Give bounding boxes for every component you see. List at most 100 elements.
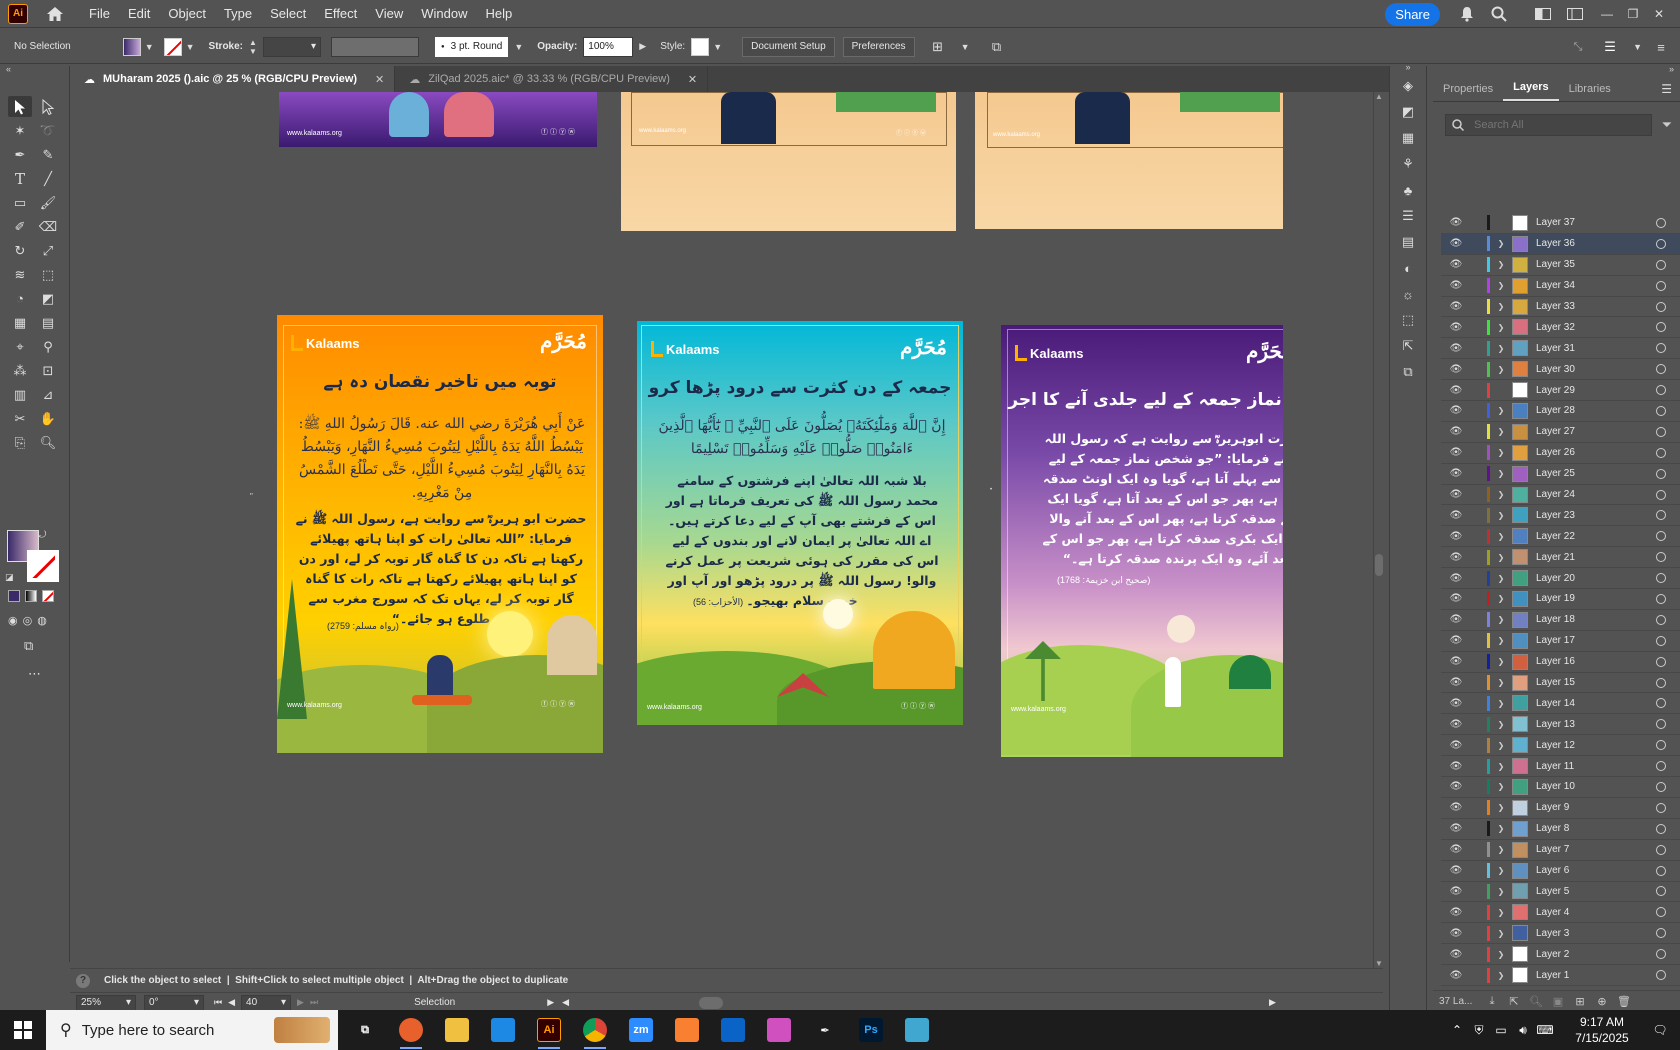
fill-swatch[interactable] xyxy=(122,37,141,56)
magic-wand-icon[interactable]: ✶ xyxy=(8,120,32,141)
chevron-right-icon[interactable]: ❯ xyxy=(1494,762,1508,771)
layer-row[interactable]: 👁︎ ❯ Layer 33 xyxy=(1441,297,1680,318)
zoom-icon[interactable]: zm xyxy=(618,1010,664,1050)
tab-zilqad[interactable]: ☁ ZilQad 2025.aic* @ 33.33 % (RGB/CPU Pr… xyxy=(395,66,709,92)
scroll-up-icon[interactable]: ▲ xyxy=(1375,92,1383,101)
eye-icon[interactable]: 👁︎ xyxy=(1447,552,1465,563)
vscode-icon[interactable] xyxy=(480,1010,526,1050)
target-icon[interactable] xyxy=(1656,489,1666,500)
menu-item[interactable]: Object xyxy=(159,0,215,28)
eye-icon[interactable]: 👁︎ xyxy=(1447,886,1465,897)
first-artboard-icon[interactable]: ⏮ xyxy=(214,997,222,1008)
volume-icon[interactable]: 🔊︎ xyxy=(1512,1023,1534,1038)
rectangle-tool-icon[interactable]: ▭ xyxy=(8,192,32,213)
chevron-down-icon[interactable]: ▼ xyxy=(713,42,722,52)
layer-row[interactable]: 👁︎ ❯ Layer 18 xyxy=(1441,610,1680,631)
scroll-down-icon[interactable]: ▼ xyxy=(1375,959,1383,968)
menu-item[interactable]: Edit xyxy=(119,0,159,28)
shape-builder-icon[interactable]: ◔ xyxy=(8,288,32,309)
layer-row[interactable]: 👁︎ ❯ Layer 4 xyxy=(1441,902,1680,924)
layer-name[interactable]: Layer 30 xyxy=(1536,364,1656,375)
stroke-weight-field[interactable]: ▾ xyxy=(263,36,321,57)
eye-icon[interactable]: 👁︎ xyxy=(1447,865,1465,876)
scale-tool-icon[interactable]: ⤢ xyxy=(36,240,60,261)
layer-name[interactable]: Layer 37 xyxy=(1536,217,1656,228)
chevron-down-icon[interactable]: ▼ xyxy=(186,42,195,52)
document-setup-button[interactable]: Document Setup xyxy=(742,36,835,57)
eye-icon[interactable]: 👁︎ xyxy=(1447,970,1465,981)
target-icon[interactable] xyxy=(1656,259,1666,270)
target-icon[interactable] xyxy=(1656,865,1666,876)
print-tiling-icon[interactable]: ⎘ xyxy=(8,432,32,453)
close-window-icon[interactable]: ✕ xyxy=(1646,7,1672,21)
mesh-tool-icon[interactable]: ▦ xyxy=(8,312,32,333)
menu-item[interactable]: Select xyxy=(261,0,315,28)
brushes-icon[interactable]: ⚘ xyxy=(1397,154,1419,174)
layer-name[interactable]: Layer 17 xyxy=(1536,635,1656,646)
color-mode-icon[interactable] xyxy=(8,590,20,602)
target-icon[interactable] xyxy=(1656,761,1666,772)
layer-name[interactable]: Layer 1 xyxy=(1536,970,1656,981)
target-icon[interactable] xyxy=(1656,970,1666,980)
eye-icon[interactable]: 👁︎ xyxy=(1447,217,1465,228)
layer-name[interactable]: Layer 5 xyxy=(1536,886,1656,897)
artboard-top-left[interactable]: www.kalaams.org ⓕⓘⓨⓦ xyxy=(279,92,597,147)
chevron-right-icon[interactable]: ❯ xyxy=(1494,803,1508,812)
layer-name[interactable]: Layer 31 xyxy=(1536,343,1656,354)
eye-icon[interactable]: 👁︎ xyxy=(1447,426,1465,437)
chevron-right-icon[interactable]: ❯ xyxy=(1494,615,1508,624)
eye-icon[interactable]: 👁︎ xyxy=(1447,761,1465,772)
eye-icon[interactable]: 👁︎ xyxy=(1447,531,1465,542)
target-icon[interactable] xyxy=(1656,573,1666,584)
collapse-icon[interactable]: » xyxy=(1390,62,1426,72)
chevron-down-icon[interactable]: ▼ xyxy=(145,42,154,52)
layer-name[interactable]: Layer 33 xyxy=(1536,301,1656,312)
scroll-right-icon[interactable]: ▶ xyxy=(1269,997,1276,1008)
eye-icon[interactable]: 👁︎ xyxy=(1447,928,1465,939)
target-icon[interactable] xyxy=(1656,949,1666,960)
chevron-right-icon[interactable]: ❯ xyxy=(1494,845,1508,854)
restore-icon[interactable]: ❐ xyxy=(1620,7,1646,21)
eye-icon[interactable]: 👁︎ xyxy=(1447,510,1465,521)
eye-icon[interactable]: 👁︎ xyxy=(1447,573,1465,584)
scroll-thumb[interactable] xyxy=(1375,554,1383,576)
firefox-icon[interactable] xyxy=(388,1010,434,1050)
rotation-field[interactable]: 0° ▾ xyxy=(144,994,204,1011)
color-guide-icon[interactable]: ◈ xyxy=(1397,76,1419,96)
target-icon[interactable] xyxy=(1656,343,1666,354)
layer-name[interactable]: Layer 9 xyxy=(1536,802,1656,813)
target-icon[interactable] xyxy=(1656,928,1666,939)
selection-tool-icon[interactable] xyxy=(8,96,32,117)
layer-row[interactable]: 👁︎ ❯ Layer 34 xyxy=(1441,276,1680,297)
brush-definition[interactable]: ● 3 pt. Round xyxy=(435,36,509,57)
chevron-right-icon[interactable]: ❯ xyxy=(1494,636,1508,645)
target-icon[interactable] xyxy=(1656,802,1666,813)
close-icon[interactable]: ✕ xyxy=(688,73,697,86)
new-layer-icon[interactable]: ⊕ xyxy=(1591,995,1613,1008)
slice-tool-icon[interactable]: ⊿ xyxy=(36,384,60,405)
swap-colors-icon[interactable]: ⤾ xyxy=(38,530,46,541)
chevron-right-icon[interactable]: ❯ xyxy=(1494,720,1508,729)
chevron-down-icon[interactable]: ▼ xyxy=(961,42,970,52)
eye-icon[interactable]: 👁︎ xyxy=(1447,238,1465,249)
chevron-right-icon[interactable]: ❯ xyxy=(1494,678,1508,687)
layer-name[interactable]: Layer 35 xyxy=(1536,259,1656,270)
collapse-icon[interactable]: « xyxy=(6,64,11,74)
chevron-right-icon[interactable]: ❯ xyxy=(1494,239,1508,248)
layer-name[interactable]: Layer 2 xyxy=(1536,949,1656,960)
eye-icon[interactable]: 👁︎ xyxy=(1447,614,1465,625)
target-icon[interactable] xyxy=(1656,635,1666,646)
layer-row[interactable]: 👁︎ Layer 29 xyxy=(1441,380,1680,402)
layer-name[interactable]: Layer 6 xyxy=(1536,865,1656,876)
close-icon[interactable]: ✕ xyxy=(375,73,384,86)
eye-icon[interactable]: 👁︎ xyxy=(1447,259,1465,270)
layer-row[interactable]: 👁︎ ❯ Layer 25 xyxy=(1441,464,1680,485)
artboard-purple[interactable]: Kalaams مُحَرَّم نماز جمعہ کے لیے جلدی آ… xyxy=(1001,325,1283,757)
blend-tool-icon[interactable]: ⚲ xyxy=(36,336,60,357)
target-icon[interactable] xyxy=(1656,322,1666,333)
pen-tool-icon[interactable]: ✒ xyxy=(802,1010,848,1050)
target-icon[interactable] xyxy=(1656,531,1666,542)
eye-icon[interactable]: 👁︎ xyxy=(1447,405,1465,416)
target-icon[interactable] xyxy=(1656,823,1666,834)
layer-row[interactable]: 👁︎ ❯ Layer 15 xyxy=(1441,673,1680,694)
